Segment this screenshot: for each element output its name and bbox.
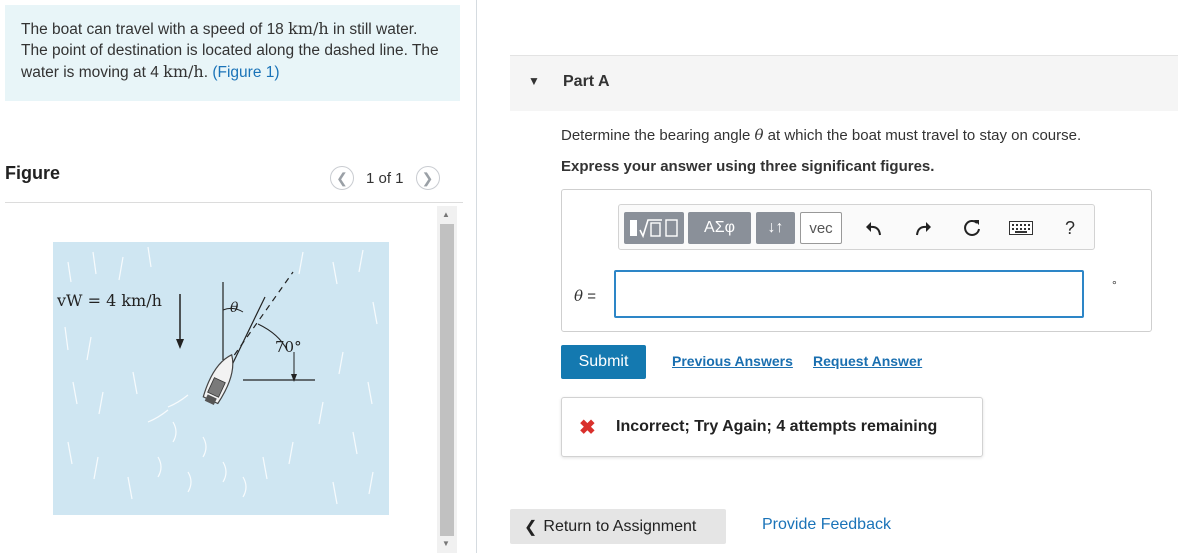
return-label: Return to Assignment bbox=[543, 517, 697, 535]
return-to-assignment-button[interactable]: ❮ Return to Assignment bbox=[510, 509, 726, 544]
figure-pager: ❮ 1 of 1 ❯ bbox=[330, 165, 440, 191]
answer-label-eq: = bbox=[583, 288, 596, 305]
part-title: Part A bbox=[563, 73, 610, 90]
close-icon: ✖ bbox=[579, 417, 596, 439]
vw-label: vW = 4 km/h bbox=[56, 291, 162, 310]
scroll-down-icon[interactable]: ▼ bbox=[442, 539, 450, 548]
fraction-sqrt-template-icon[interactable] bbox=[624, 212, 684, 244]
answer-label: θ = bbox=[574, 287, 596, 305]
caret-down-icon[interactable]: ▼ bbox=[528, 74, 540, 88]
feedback-box: ✖ Incorrect; Try Again; 4 attempts remai… bbox=[561, 397, 983, 457]
greek-symbols-button[interactable]: ΑΣφ bbox=[688, 212, 751, 244]
chevron-right-icon[interactable]: ❯ bbox=[415, 166, 440, 190]
reset-icon[interactable] bbox=[961, 217, 983, 239]
pane-separator bbox=[476, 0, 477, 553]
angle-70-label: 70° bbox=[275, 338, 302, 356]
question-theta: θ bbox=[754, 126, 764, 144]
help-button[interactable]: ? bbox=[1059, 217, 1081, 239]
figure-diagram: vW = 4 km/h θ 70° bbox=[53, 242, 389, 515]
figure-scrollbar[interactable]: ▲ ▼ bbox=[437, 206, 457, 553]
pager-text: 1 of 1 bbox=[366, 169, 404, 187]
scroll-up-icon[interactable]: ▲ bbox=[442, 210, 450, 219]
question-text: Determine the bearing angle θ at which t… bbox=[561, 126, 1081, 144]
vec-button[interactable]: vec bbox=[800, 212, 842, 244]
feedback-message: Incorrect; Try Again; 4 attempts remaini… bbox=[616, 418, 938, 435]
figure-title: Figure bbox=[5, 163, 61, 183]
answer-input[interactable] bbox=[614, 270, 1084, 318]
provide-feedback-link[interactable]: Provide Feedback bbox=[762, 516, 891, 534]
redo-icon[interactable] bbox=[912, 217, 934, 239]
answer-box: ΑΣφ ↓↑ vec ? θ = ° bbox=[561, 189, 1152, 332]
answer-label-theta: θ bbox=[574, 287, 584, 305]
math-toolbar: ΑΣφ ↓↑ vec ? bbox=[618, 204, 1095, 250]
problem-text-1: The boat can travel with a speed of 18 bbox=[21, 21, 289, 38]
part-header[interactable]: ▼ Part A bbox=[510, 55, 1178, 111]
degree-unit: ° bbox=[1112, 278, 1117, 292]
undo-icon[interactable] bbox=[863, 217, 885, 239]
question-part-1: Determine the bearing angle bbox=[561, 127, 755, 144]
previous-answers-link[interactable]: Previous Answers bbox=[672, 353, 793, 369]
arrows-button[interactable]: ↓↑ bbox=[756, 212, 795, 244]
theta-label: θ bbox=[230, 300, 239, 316]
water-speed-unit: km/h bbox=[163, 62, 204, 81]
figure-divider bbox=[5, 202, 463, 203]
scroll-thumb[interactable] bbox=[440, 224, 454, 536]
request-answer-link[interactable]: Request Answer bbox=[813, 353, 922, 369]
instruction-text: Express your answer using three signific… bbox=[561, 158, 935, 175]
problem-statement: The boat can travel with a speed of 18 k… bbox=[5, 5, 460, 101]
submit-button[interactable]: Submit bbox=[561, 345, 646, 379]
chevron-left-icon: ❮ bbox=[524, 518, 538, 536]
chevron-left-icon[interactable]: ❮ bbox=[330, 166, 354, 190]
question-part-2: at which the boat must travel to stay on… bbox=[763, 127, 1082, 144]
keyboard-icon[interactable] bbox=[1008, 217, 1034, 239]
figure-link[interactable]: (Figure 1) bbox=[212, 64, 279, 81]
speed-unit: km/h bbox=[288, 19, 329, 38]
